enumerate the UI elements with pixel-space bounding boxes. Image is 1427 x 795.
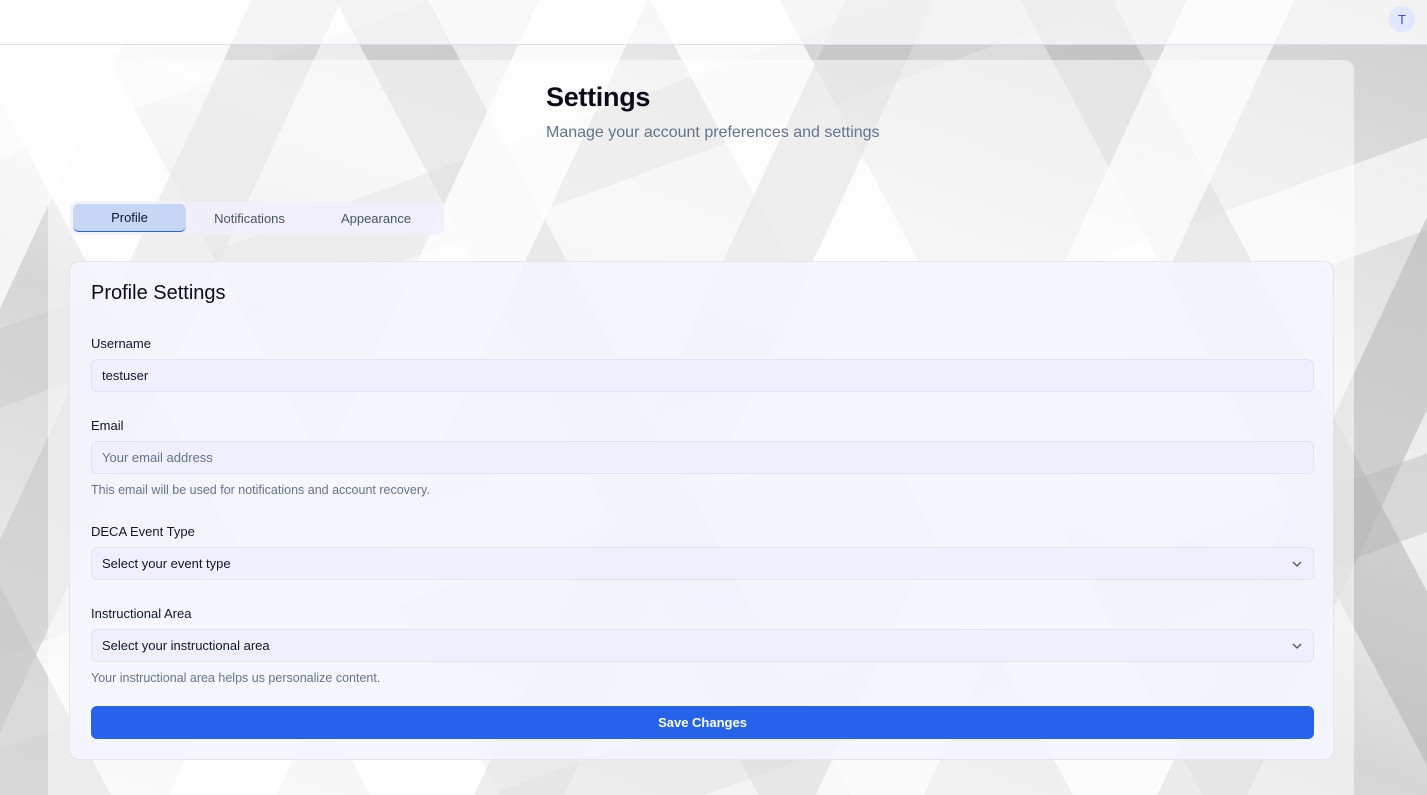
event-type-label: DECA Event Type — [91, 524, 195, 539]
profile-settings-card: Profile Settings Username Email This ema… — [69, 261, 1334, 760]
settings-tabs: Profile Notifications Appearance — [70, 201, 444, 235]
chevron-down-icon — [1291, 640, 1303, 652]
username-field[interactable] — [91, 359, 1314, 392]
event-type-value: Select your event type — [102, 556, 231, 571]
username-label: Username — [91, 336, 151, 351]
instructional-area-value: Select your instructional area — [102, 638, 270, 653]
instructional-area-label: Instructional Area — [91, 606, 192, 621]
page-title: Settings — [546, 82, 651, 112]
save-button[interactable]: Save Changes — [91, 706, 1314, 739]
tab-profile[interactable]: Profile — [73, 204, 186, 232]
email-input[interactable] — [102, 450, 1303, 465]
card-title: Profile Settings — [91, 282, 226, 304]
tab-appearance[interactable]: Appearance — [313, 204, 439, 232]
email-hint: This email will be used for notification… — [91, 483, 430, 497]
email-label: Email — [91, 418, 124, 433]
user-avatar[interactable]: T — [1389, 6, 1415, 32]
page-subtitle: Manage your account preferences and sett… — [546, 124, 880, 141]
page-header: Settings Manage your account preferences… — [546, 82, 880, 142]
top-bar: T — [0, 0, 1427, 45]
instructional-area-select[interactable]: Select your instructional area — [91, 629, 1314, 662]
tab-notifications[interactable]: Notifications — [186, 204, 313, 232]
username-input[interactable] — [102, 368, 1303, 383]
event-type-select[interactable]: Select your event type — [91, 547, 1314, 580]
chevron-down-icon — [1291, 558, 1303, 570]
instructional-area-hint: Your instructional area helps us persona… — [91, 671, 381, 685]
email-field[interactable] — [91, 441, 1314, 474]
